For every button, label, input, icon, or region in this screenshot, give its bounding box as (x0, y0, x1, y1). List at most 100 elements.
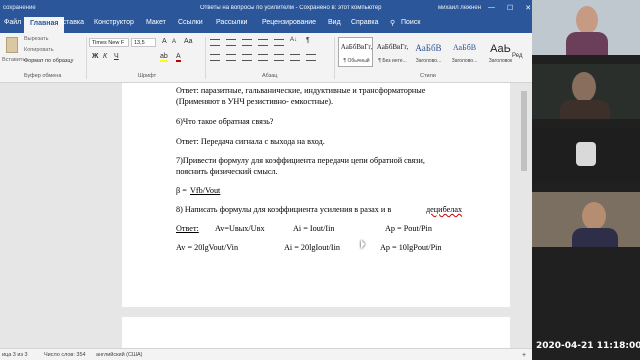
copy-button[interactable]: Копировать (24, 47, 54, 53)
style-heading-2[interactable]: АаБбВ Заголово... (446, 37, 481, 67)
maximize-icon[interactable]: ☐ (507, 4, 513, 12)
paste-button[interactable]: Вставить (2, 57, 25, 63)
style-sample: АаБбВвГг, (340, 43, 373, 51)
participant-body (560, 100, 610, 119)
font-color-button[interactable]: A (176, 53, 181, 62)
tab-references[interactable]: Ссылки (178, 19, 203, 30)
style-title[interactable]: АаЬ Заголовок (482, 37, 517, 67)
doc-answer-label: Ответ: (176, 224, 199, 233)
tab-file[interactable]: Файл (4, 19, 21, 30)
align-left-icon[interactable] (210, 54, 220, 61)
change-case-button[interactable]: Aa (184, 38, 193, 45)
style-name: ¶ Без инте... (378, 58, 407, 64)
video-participants-panel (532, 0, 640, 360)
recording-timestamp: 2020-04-21 11:18:00 (536, 341, 640, 351)
font-size-select[interactable]: 13,5 (131, 38, 156, 47)
participant-body (572, 228, 618, 247)
doc-misspelled-word: децибелах (426, 205, 463, 214)
doc-line: Ответ: Передача сигнала с выхода на вход… (176, 137, 325, 146)
decrease-indent-icon[interactable] (258, 39, 268, 46)
cut-button[interactable]: Вырезать (24, 36, 48, 42)
font-group-label: Шрифт (138, 73, 157, 79)
doc-line: Ответ: паразитные, гальванические, индук… (176, 86, 426, 95)
tab-search[interactable]: Поиск (401, 19, 420, 30)
align-right-icon[interactable] (242, 54, 252, 61)
italic-button[interactable]: К (103, 53, 107, 60)
participant-avatar (572, 72, 596, 102)
word-count[interactable]: Число слов: 354 (44, 352, 86, 358)
borders-icon[interactable] (306, 54, 316, 61)
style-sample: АаЬ (490, 43, 511, 55)
tab-review[interactable]: Рецензирование (262, 19, 316, 30)
doc-formula: Ai = 20lgIout/Iin (284, 243, 341, 252)
doc-formula: Ap = Pout/Pin (385, 224, 432, 233)
shading-icon[interactable] (290, 54, 300, 61)
ribbon-tabs: Файл Главная Вставка Конструктор Макет С… (0, 15, 532, 33)
styles-group-label: Стили (420, 73, 436, 79)
style-no-spacing[interactable]: АаБбВвГг, ¶ Без инте... (374, 37, 409, 67)
style-sample: АаБбВвГг, (376, 43, 409, 51)
participant-video-tile[interactable] (532, 64, 640, 119)
participant-placeholder-avatar (576, 142, 596, 166)
tab-mailings[interactable]: Рассылки (216, 19, 247, 30)
window-controls: — ☐ ✕ (488, 4, 531, 12)
participant-video-tile[interactable] (532, 0, 640, 55)
document-title: Ответы на вопросы по усилителм - Сохране… (200, 4, 382, 11)
ribbon-divider (334, 37, 335, 79)
language-indicator[interactable]: английский (США) (96, 352, 143, 358)
vertical-scrollbar[interactable] (520, 83, 528, 348)
doc-formula: Av = 20lgVout/Vin (176, 243, 239, 252)
style-name: ¶ Обычный (343, 58, 370, 64)
grow-font-button[interactable]: A (162, 38, 167, 45)
mouse-cursor-icon (361, 240, 365, 249)
format-painter-button[interactable]: Формат по образцу (24, 58, 73, 64)
doc-formula: Av=Uвых/Uвх (215, 224, 265, 233)
participant-avatar (582, 202, 606, 230)
zoom-in-button[interactable]: + (522, 352, 526, 359)
doc-line: (Применяют в УНЧ резистивно- емкостные). (176, 97, 334, 106)
doc-line: пояснить физический смысл. (176, 167, 278, 176)
title-bar: сохранение Ответы на вопросы по усилител… (0, 0, 532, 15)
style-sample: АаБбВ (452, 43, 477, 52)
tab-view[interactable]: Вид (328, 19, 341, 30)
page-count[interactable]: ица 3 из 3 (2, 352, 28, 358)
line-spacing-icon[interactable] (274, 54, 284, 61)
autosave-label: сохранение (3, 4, 36, 11)
numbering-icon[interactable] (226, 39, 236, 46)
style-name: Заголово... (415, 58, 442, 64)
show-marks-button[interactable]: ¶ (306, 37, 310, 44)
tab-help[interactable]: Справка (351, 19, 378, 30)
minimize-icon[interactable]: — (488, 4, 495, 12)
tab-layout[interactable]: Макет (146, 19, 166, 30)
paste-icon[interactable] (6, 37, 18, 53)
ribbon-divider (205, 37, 206, 79)
participant-avatar (576, 6, 598, 34)
align-center-icon[interactable] (226, 54, 236, 61)
style-heading-1[interactable]: АаБбВ Заголово... (410, 37, 445, 67)
style-normal[interactable]: АаБбВвГг, ¶ Обычный (338, 37, 373, 67)
sort-button[interactable]: A↓ (290, 37, 297, 43)
underline-button[interactable]: Ч (114, 53, 119, 60)
font-name-select[interactable]: Times New F (89, 38, 129, 47)
doc-formula: Ai = Iout/Iin (293, 224, 335, 233)
participant-video-tile[interactable] (532, 192, 640, 247)
participant-body (566, 32, 608, 55)
doc-line: 8) Написать формулы для коэффициента уси… (176, 205, 392, 214)
close-icon[interactable]: ✕ (525, 4, 531, 12)
user-name[interactable]: михаил лежнен (438, 5, 481, 11)
search-icon[interactable]: ⚲ (390, 19, 395, 31)
bullets-icon[interactable] (210, 39, 220, 46)
ribbon-divider (86, 37, 87, 79)
doc-line: 7)Привести формулу для коэффициента пере… (176, 156, 425, 165)
participant-video-tile[interactable] (532, 128, 640, 183)
tab-design[interactable]: Конструктор (94, 19, 134, 30)
bold-button[interactable]: Ж (92, 53, 98, 60)
clipboard-group-label: Буфер обмена (24, 73, 62, 79)
multilevel-list-icon[interactable] (242, 39, 252, 46)
scrollbar-thumb[interactable] (521, 91, 527, 171)
increase-indent-icon[interactable] (274, 39, 284, 46)
justify-icon[interactable] (258, 54, 268, 61)
tab-insert[interactable]: Вставка (58, 19, 84, 30)
shrink-font-button[interactable]: A (172, 39, 176, 45)
highlight-button[interactable]: ab (160, 53, 168, 62)
